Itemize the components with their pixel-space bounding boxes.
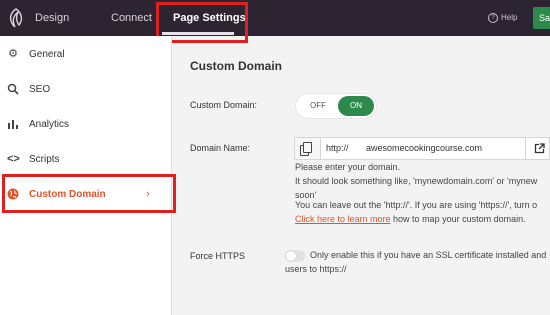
url-prefix: http:// bbox=[326, 143, 349, 153]
domain-name-field: http:// awesomecookingcourse.com bbox=[294, 137, 550, 160]
toggle-knob bbox=[286, 251, 296, 261]
section-title: Custom Domain bbox=[190, 59, 283, 73]
force-https-toggle[interactable] bbox=[285, 250, 305, 262]
domain-help-text: soon' bbox=[295, 190, 317, 200]
force-https-help: users to https:// bbox=[285, 264, 347, 274]
domain-input[interactable]: awesomecookingcourse.com bbox=[366, 138, 482, 159]
bar-chart-icon bbox=[8, 120, 18, 129]
save-button[interactable]: Sav bbox=[533, 7, 550, 29]
top-navigation-bar: Design Connect Page Settings ?Help Sav bbox=[0, 0, 550, 36]
toggle-on-option[interactable]: ON bbox=[338, 96, 374, 116]
help-label: Help bbox=[501, 13, 518, 22]
help-link[interactable]: ? Help bbox=[488, 0, 517, 36]
sidebar-item-analytics[interactable]: Analytics bbox=[0, 107, 171, 142]
sidebar-item-label: Scripts bbox=[29, 154, 60, 165]
toggle-off-option[interactable]: OFF bbox=[302, 94, 334, 118]
copy-button[interactable] bbox=[295, 138, 321, 159]
seedprod-logo-icon bbox=[9, 8, 23, 28]
learn-more-link[interactable]: Click here to learn more bbox=[295, 214, 391, 224]
domain-help-text: Please enter your domain. bbox=[295, 162, 401, 172]
tab-design[interactable]: Design bbox=[35, 0, 69, 36]
tab-connect[interactable]: Connect bbox=[111, 0, 152, 36]
copy-icon-front bbox=[303, 142, 312, 153]
learn-more-rest: how to map your custom domain. bbox=[390, 214, 526, 224]
sidebar-item-scripts[interactable]: <> Scripts bbox=[0, 142, 171, 177]
learn-more-text: Click here to learn more how to map your… bbox=[295, 214, 526, 224]
open-external-button[interactable] bbox=[525, 138, 550, 159]
external-link-icon bbox=[534, 142, 545, 153]
sidebar-item-label: Analytics bbox=[29, 119, 70, 130]
sidebar-highlight-box bbox=[2, 174, 176, 213]
custom-domain-label: Custom Domain: bbox=[190, 100, 258, 110]
domain-help-text: You can leave out the 'http://'. If you … bbox=[295, 200, 538, 210]
force-https-help: Only enable this if you have an SSL cert… bbox=[310, 250, 547, 260]
search-icon bbox=[7, 83, 19, 95]
force-https-label: Force HTTPS bbox=[190, 251, 246, 261]
sidebar-item-general[interactable]: ⚙ General bbox=[0, 37, 171, 72]
code-icon: <> bbox=[7, 153, 20, 165]
sidebar-item-seo[interactable]: SEO bbox=[0, 72, 171, 107]
sidebar-item-label: SEO bbox=[29, 84, 51, 95]
gear-icon: ⚙ bbox=[8, 48, 18, 60]
sidebar-item-label: General bbox=[29, 49, 65, 60]
custom-domain-toggle[interactable]: OFF ON bbox=[296, 94, 376, 118]
domain-name-label: Domain Name: bbox=[190, 143, 251, 153]
domain-help-text: It should look something like, 'mynewdom… bbox=[295, 176, 538, 186]
question-icon: ? bbox=[488, 12, 498, 23]
